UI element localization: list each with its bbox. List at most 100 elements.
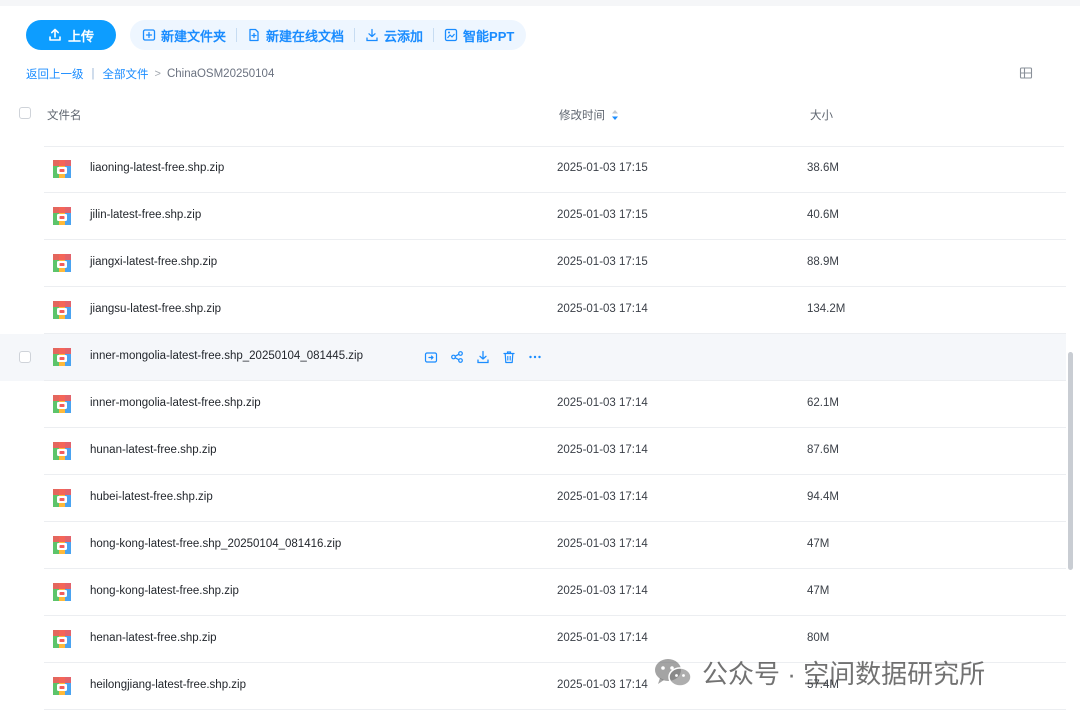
file-name[interactable]: jilin-latest-free.shp.zip — [90, 209, 201, 221]
table-row[interactable]: hong-kong-latest-free.shp_20250104_08141… — [0, 522, 1066, 569]
table-header: 文件名 修改时间 大小 — [0, 100, 1080, 128]
zip-archive-icon — [52, 206, 72, 226]
new-doc-label: 新建在线文档 — [266, 28, 345, 44]
move-icon[interactable] — [424, 350, 438, 364]
delete-icon[interactable] — [502, 350, 516, 364]
file-modified-time: 2025-01-03 17:15 — [557, 162, 648, 174]
file-name[interactable]: henan-latest-free.shp.zip — [90, 632, 217, 644]
select-all-checkbox[interactable] — [19, 107, 31, 119]
watermark: 公众号 · 空间数据研究所 — [652, 654, 985, 691]
divider — [236, 28, 238, 42]
divider — [433, 28, 435, 42]
new-online-doc-button[interactable]: 新建在线文档 — [247, 26, 344, 45]
zip-archive-icon — [52, 535, 72, 555]
file-size: 94.4M — [807, 491, 839, 503]
file-modified-time: 2025-01-03 17:14 — [557, 444, 648, 456]
file-name[interactable]: inner-mongolia-latest-free.shp_20250104_… — [90, 350, 363, 362]
more-icon[interactable] — [528, 350, 542, 364]
zip-archive-icon — [52, 394, 72, 414]
zip-archive-icon — [52, 347, 72, 367]
wechat-icon — [655, 658, 692, 687]
column-size-header: 大小 — [810, 110, 833, 122]
table-row[interactable]: jiangxi-latest-free.shp.zip 2025-01-03 17… — [0, 240, 1066, 287]
table-row[interactable]: liaoning-latest-free.shp.zip 2025-01-03 1… — [0, 146, 1066, 193]
scrollbar-thumb[interactable] — [1068, 352, 1073, 570]
smart-ppt-button[interactable]: 智能PPT — [444, 26, 514, 45]
current-folder: ChinaOSM20250104 — [166, 68, 275, 80]
breadcrumb: 返回上一级 | 全部文件 > ChinaOSM20250104 — [26, 66, 274, 82]
table-row[interactable]: jiangsu-latest-free.shp.zip 2025-01-03 17… — [0, 287, 1066, 334]
cloud-add-button[interactable]: 云添加 — [365, 26, 423, 45]
file-size: 62.1M — [807, 397, 839, 409]
file-name[interactable]: hubei-latest-free.shp.zip — [90, 491, 213, 503]
file-name[interactable]: heilongjiang-latest-free.shp.zip — [90, 679, 246, 691]
zip-archive-icon — [52, 488, 72, 508]
upload-icon — [49, 28, 61, 41]
file-size: 88.9M — [807, 256, 839, 268]
smart-ppt-label: 智能PPT — [463, 28, 515, 44]
row-divider — [44, 709, 1066, 710]
file-size: 80M — [807, 632, 830, 644]
file-modified-time: 2025-01-03 17:14 — [557, 538, 648, 550]
file-size: 40.6M — [807, 209, 839, 221]
file-name[interactable]: hong-kong-latest-free.shp.zip — [90, 585, 239, 597]
zip-archive-icon — [52, 629, 72, 649]
zip-archive-icon — [52, 253, 72, 273]
row-checkbox[interactable] — [19, 351, 31, 363]
column-name-header: 文件名 — [47, 110, 82, 122]
file-name[interactable]: jiangxi-latest-free.shp.zip — [90, 256, 217, 268]
new-doc-icon — [249, 28, 259, 42]
file-modified-time: 2025-01-03 17:14 — [557, 303, 648, 315]
file-size: 134.2M — [807, 303, 846, 315]
file-modified-time: 2025-01-03 17:14 — [557, 632, 648, 644]
file-modified-time: 2025-01-03 17:14 — [557, 491, 648, 503]
zip-archive-icon — [52, 676, 72, 696]
all-files-link[interactable]: 全部文件 — [103, 66, 149, 82]
top-edge — [0, 0, 1080, 6]
share-icon[interactable] — [450, 350, 464, 364]
download-icon[interactable] — [476, 350, 490, 364]
cloud-download-icon — [366, 28, 378, 42]
file-name[interactable]: inner-mongolia-latest-free.shp.zip — [90, 397, 261, 409]
file-size: 38.6M — [807, 162, 839, 174]
back-link[interactable]: 返回上一级 — [26, 66, 84, 82]
zip-archive-icon — [52, 441, 72, 461]
file-size: 47M — [807, 538, 830, 550]
file-size: 87.6M — [807, 444, 839, 456]
tool-group: 新建文件夹 新建在线文档 云添加 智能PPT — [130, 20, 527, 50]
zip-archive-icon — [52, 300, 72, 320]
file-modified-time: 2025-01-03 17:15 — [557, 209, 648, 221]
sort-icon[interactable] — [611, 109, 619, 121]
new-folder-icon — [142, 29, 156, 41]
file-modified-time: 2025-01-03 17:14 — [557, 585, 648, 597]
file-name[interactable]: hong-kong-latest-free.shp_20250104_08141… — [90, 538, 341, 550]
table-row[interactable]: hong-kong-latest-free.shp.zip 2025-01-03 … — [0, 569, 1066, 616]
zip-archive-icon — [52, 582, 72, 602]
upload-label: 上传 — [67, 28, 94, 44]
new-folder-button[interactable]: 新建文件夹 — [142, 26, 226, 45]
row-actions — [424, 350, 542, 364]
zip-archive-icon — [52, 159, 72, 179]
new-folder-label: 新建文件夹 — [161, 28, 227, 44]
file-name[interactable]: jiangsu-latest-free.shp.zip — [90, 303, 221, 315]
file-modified-time: 2025-01-03 17:14 — [557, 679, 648, 691]
watermark-text: 公众号 · 空间数据研究所 — [702, 659, 986, 689]
table-row[interactable]: jilin-latest-free.shp.zip 2025-01-03 17:1… — [0, 193, 1066, 240]
grid-view-icon[interactable] — [1019, 66, 1033, 80]
table-row[interactable]: inner-mongolia-latest-free.shp_20250104_… — [0, 334, 1066, 381]
file-name[interactable]: hunan-latest-free.shp.zip — [90, 444, 217, 456]
file-size: 47M — [807, 585, 830, 597]
upload-button[interactable]: 上传 — [26, 20, 116, 50]
file-name[interactable]: liaoning-latest-free.shp.zip — [90, 162, 224, 174]
table-row[interactable]: hubei-latest-free.shp.zip 2025-01-03 17:1… — [0, 475, 1066, 522]
table-row[interactable]: hunan-latest-free.shp.zip 2025-01-03 17:1… — [0, 428, 1066, 475]
breadcrumb-separator: | — [91, 68, 95, 80]
column-modified-label: 修改时间 — [559, 110, 605, 122]
divider — [354, 28, 356, 42]
cloud-add-label: 云添加 — [384, 28, 424, 44]
toolbar: 上传 新建文件夹 新建在线文档 云添加 智能PPT — [26, 20, 527, 50]
column-modified-header[interactable]: 修改时间 — [559, 107, 619, 123]
ppt-icon — [444, 28, 458, 42]
file-modified-time: 2025-01-03 17:15 — [557, 256, 648, 268]
table-row[interactable]: inner-mongolia-latest-free.shp.zip 2025-0… — [0, 381, 1066, 428]
